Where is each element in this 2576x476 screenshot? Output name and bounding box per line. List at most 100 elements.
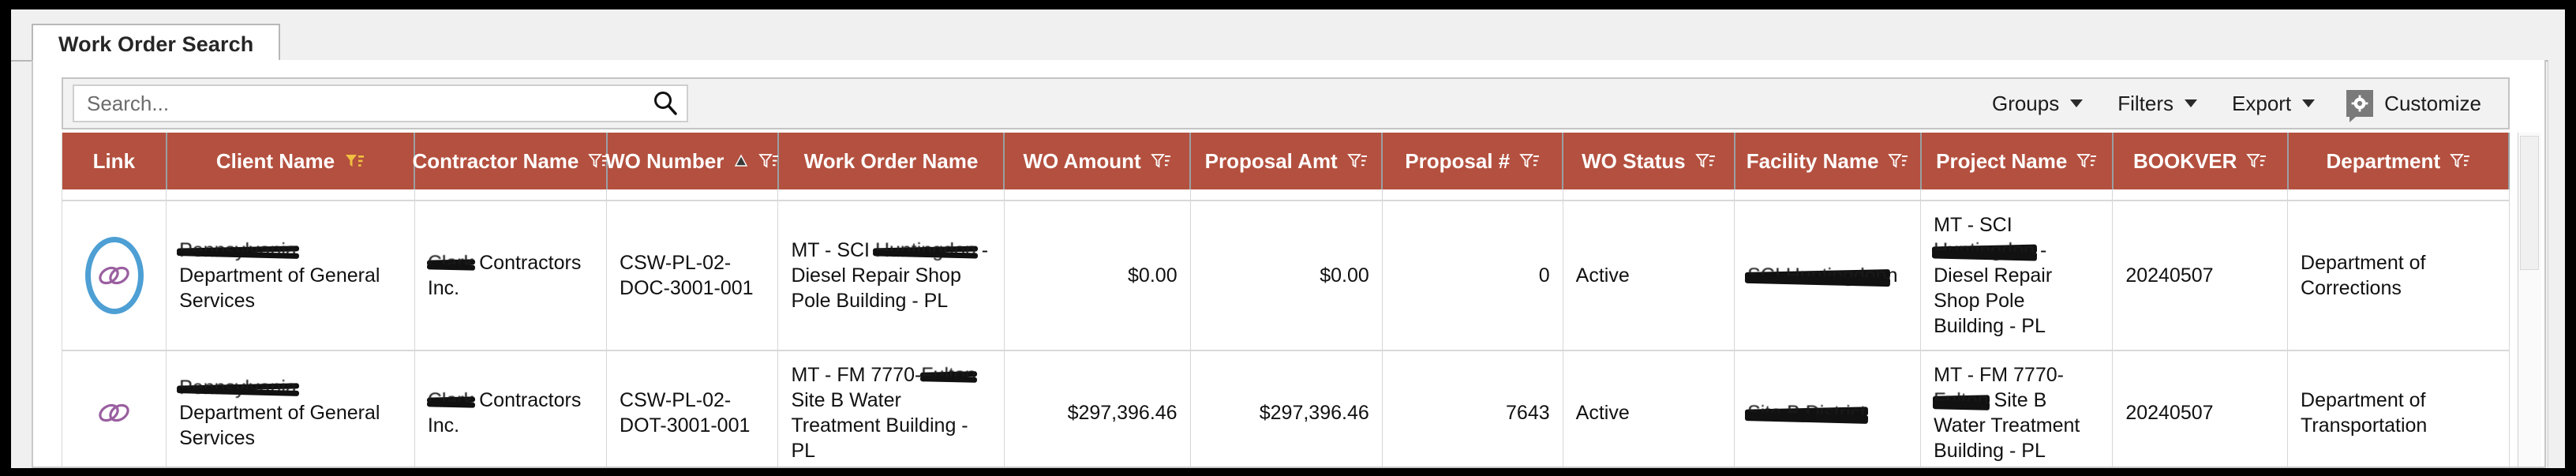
- filter-icon[interactable]: [1694, 152, 1716, 170]
- work-order-name-cell: MT - SCI Huntingdon - Diesel Repair Shop…: [777, 201, 1005, 351]
- search-icon[interactable]: [644, 86, 687, 121]
- bookver-cell: 20240507: [2112, 350, 2289, 467]
- chevron-down-icon: [2302, 99, 2316, 107]
- vertical-scrollbar-thumb[interactable]: [2520, 136, 2539, 270]
- grid-toolbar: Groups Filters Export: [62, 77, 2510, 129]
- groups-menu[interactable]: Groups: [1975, 83, 2100, 124]
- filter-icon[interactable]: [1346, 152, 1368, 170]
- header-label: WO Status: [1582, 148, 1686, 173]
- table-row[interactable]: Pennsylvania Department of General Servi…: [62, 201, 2510, 351]
- header-label: BOOKVER: [2132, 148, 2237, 173]
- header-row: Link Client Name Contractor Name WO Numb…: [62, 133, 2510, 189]
- header-label: WO Number: [605, 148, 724, 173]
- wo-number-cell: CSW-PL-02-DOC-3001-001: [606, 201, 779, 351]
- tab-work-order-search[interactable]: Work Order Search: [32, 24, 281, 63]
- bookver-cell: 20240507: [2112, 201, 2289, 351]
- client-name-text: Department of General Services: [179, 402, 380, 449]
- link-cell[interactable]: [62, 350, 167, 467]
- header-label: Proposal #: [1405, 148, 1511, 173]
- filters-label: Filters: [2117, 91, 2174, 115]
- tab-label: Work Order Search: [58, 32, 254, 56]
- filter-icon[interactable]: [2450, 152, 2470, 170]
- wo-status-cell: Active: [1563, 201, 1735, 351]
- column-header-wo-status[interactable]: WO Status: [1563, 133, 1735, 189]
- redacted-text: Pennsylvania: [179, 377, 297, 399]
- table-row-clipped-top: [62, 189, 2510, 201]
- column-header-department[interactable]: Department: [2287, 133, 2510, 189]
- wo-amount-cell: $297,396.46: [1004, 350, 1191, 467]
- filter-icon[interactable]: [1888, 152, 1908, 170]
- search-input[interactable]: [74, 86, 644, 121]
- redacted-text: Clark: [427, 389, 474, 411]
- header-label: Proposal Amt: [1204, 148, 1338, 173]
- tab-strip: Work Order Search: [11, 9, 2565, 63]
- search-box[interactable]: [73, 84, 688, 122]
- redacted-text: Clark: [427, 252, 474, 274]
- proposal-number-cell: 7643: [1382, 350, 1563, 467]
- export-menu[interactable]: Export: [2215, 83, 2332, 124]
- redacted-text: Site B District: [1747, 402, 1866, 424]
- header-label: Department: [2326, 148, 2441, 173]
- department-cell: Department of Transportation: [2287, 350, 2510, 467]
- proposal-number-cell: 0: [1382, 201, 1563, 351]
- header-label: Client Name: [215, 148, 335, 173]
- column-header-project-name[interactable]: Project Name: [1920, 133, 2114, 189]
- header-label: WO Amount: [1023, 148, 1141, 173]
- filters-menu[interactable]: Filters: [2100, 83, 2215, 124]
- wo-amount-cell: $0.00: [1004, 201, 1191, 351]
- column-header-work-order-name[interactable]: Work Order Name: [777, 133, 1005, 189]
- export-label: Export: [2232, 91, 2292, 115]
- wo-number-cell: CSW-PL-02-DOT-3001-001: [606, 350, 779, 467]
- customize-label: Customize: [2384, 91, 2481, 115]
- redacted-text: SCI Huntingdon: [1747, 264, 1887, 287]
- column-header-proposal-number[interactable]: Proposal #: [1382, 133, 1564, 189]
- table-row[interactable]: Pennsylvania Department of General Servi…: [62, 350, 2510, 467]
- column-header-proposal-amt[interactable]: Proposal Amt: [1190, 133, 1383, 189]
- work-order-name-cell: MT - FM 7770-Fulton Site B Water Treatme…: [777, 350, 1005, 467]
- project-name-cell: MT - SCI Huntingdon - Diesel Repair Shop…: [1920, 201, 2114, 351]
- filter-icon[interactable]: [1519, 152, 1540, 170]
- link-chain-icon[interactable]: [78, 377, 151, 449]
- link-chain-icon[interactable]: [78, 237, 151, 314]
- header-label: Work Order Name: [803, 148, 979, 173]
- column-header-wo-amount[interactable]: WO Amount: [1004, 133, 1192, 189]
- filter-icon-active[interactable]: [344, 152, 365, 170]
- header-label: Contractor Name: [412, 148, 579, 173]
- redacted-text: Huntingdon: [1934, 239, 2035, 261]
- client-name-cell: Pennsylvania Department of General Servi…: [166, 350, 415, 467]
- table-header: Link Client Name Contractor Name WO Numb…: [62, 133, 2510, 189]
- content-panel: Groups Filters Export: [32, 60, 2546, 468]
- vertical-scrollbar[interactable]: [2518, 133, 2541, 467]
- department-cell: Department of Corrections: [2287, 201, 2510, 351]
- window-frame: Work Order Search Gro: [0, 0, 2576, 476]
- filter-icon[interactable]: [758, 152, 779, 170]
- filter-icon[interactable]: [2246, 152, 2267, 170]
- data-grid-scroll[interactable]: Link Client Name Contractor Name WO Numb…: [62, 133, 2510, 467]
- column-header-bookver[interactable]: BOOKVER: [2112, 133, 2289, 189]
- filter-icon[interactable]: [1150, 152, 1171, 170]
- column-header-contractor-name[interactable]: Contractor Name: [412, 133, 608, 189]
- header-label: Link: [92, 148, 136, 173]
- proposal-amt-cell: $0.00: [1190, 201, 1383, 351]
- client-name-cell: Pennsylvania Department of General Servi…: [166, 201, 415, 351]
- redacted-text: Fulton: [921, 364, 976, 386]
- redacted-text: Pennsylvania: [179, 239, 297, 261]
- column-header-wo-number[interactable]: WO Number: [605, 133, 779, 189]
- sort-ascending-icon[interactable]: [733, 153, 749, 169]
- column-header-client-name[interactable]: Client Name: [166, 133, 416, 189]
- project-name-cell: MT - FM 7770-Fulton Site B Water Treatme…: [1920, 350, 2114, 467]
- link-cell[interactable]: [62, 201, 167, 351]
- groups-label: Groups: [1991, 91, 2060, 115]
- wo-status-cell: Active: [1563, 350, 1735, 467]
- column-header-facility-name[interactable]: Facility Name: [1734, 133, 1922, 189]
- customize-button[interactable]: Customize: [2332, 83, 2492, 124]
- chevron-down-icon: [2185, 99, 2198, 107]
- page-scrollbar[interactable]: [2548, 60, 2565, 468]
- facility-name-cell: SCI Huntingdonn: [1734, 201, 1922, 351]
- redacted-text: Huntingdon: [874, 239, 976, 261]
- filter-icon[interactable]: [2076, 152, 2097, 170]
- gear-icon: [2346, 90, 2374, 122]
- column-header-link[interactable]: Link: [62, 133, 167, 189]
- redacted-text: Fulton: [1934, 389, 1989, 411]
- proposal-amt-cell: $297,396.46: [1190, 350, 1383, 467]
